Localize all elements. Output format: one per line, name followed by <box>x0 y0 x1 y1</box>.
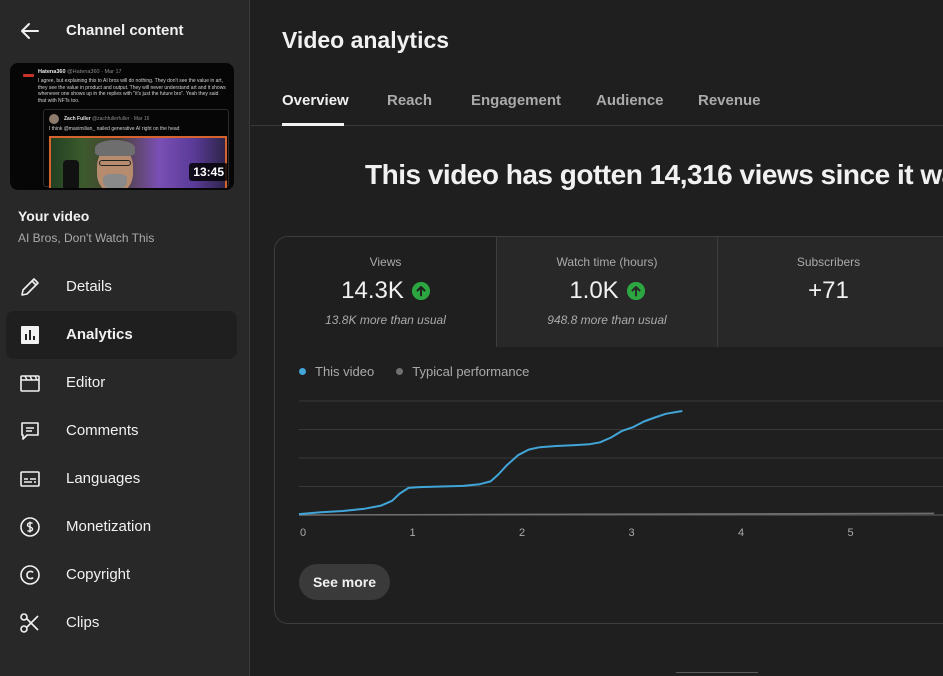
tweet-handle: @Hatena360 · Mar 17 <box>67 69 122 75</box>
chart-legend: This video Typical performance <box>299 364 551 379</box>
sidebar-item-label: Languages <box>66 470 141 487</box>
tab-revenue[interactable]: Revenue <box>698 92 761 109</box>
metric-value: +71 <box>808 277 849 304</box>
sidebar-item-label: Clips <box>66 614 100 631</box>
metric-watch-time[interactable]: Watch time (hours) 1.0K 948.8 more than … <box>496 237 717 347</box>
sidebar-item-analytics[interactable]: Analytics <box>6 311 237 359</box>
tweet-author: Hatena360 <box>38 69 66 75</box>
legend-item-this-video[interactable]: This video <box>299 364 374 379</box>
pencil-icon <box>21 278 39 296</box>
metric-value-row: 14.3K <box>275 277 496 305</box>
metric-value: 14.3K <box>341 277 404 304</box>
divider <box>676 672 758 673</box>
sidebar-item-label: Copyright <box>66 566 131 583</box>
sidebar-item-label: Analytics <box>66 326 133 343</box>
sidebar-item-languages[interactable]: Languages <box>6 455 237 503</box>
x-tick-label: 5 <box>847 527 853 539</box>
series-line-this-video <box>298 410 683 516</box>
quote-author: Zach Fuller <box>64 116 91 122</box>
tab-reach[interactable]: Reach <box>387 92 432 109</box>
tweet-header: Hatena360 @Hatena360 · Mar 17 <box>38 69 122 75</box>
metric-inner: Subscribers +71 <box>718 237 939 347</box>
metric-value-row: +71 <box>718 277 939 305</box>
back-button[interactable] <box>16 17 44 45</box>
video-thumbnail[interactable]: Hatena360 @Hatena360 · Mar 17 I agree, b… <box>10 63 234 190</box>
x-tick-label: 3 <box>628 527 634 539</box>
microphone-shape <box>63 160 79 188</box>
legend-dot <box>396 368 404 375</box>
metric-label: Subscribers <box>796 255 861 269</box>
arrow-left-icon <box>21 23 39 39</box>
sidebar-item-comments[interactable]: Comments <box>6 407 237 455</box>
tweet-text: I agree, but explaining this to AI bros … <box>38 78 226 104</box>
analytics-card: Views 14.3K 13.8K more than usual Watch … <box>274 236 943 624</box>
metric-comparison: 948.8 more than usual <box>547 313 667 327</box>
tab-bar: Overview Reach Engagement Audience Reven… <box>251 78 943 126</box>
quote-text: I think @maximilian_ nailed generative A… <box>49 126 180 132</box>
metric-comparison: 13.8K more than usual <box>325 313 446 327</box>
legend-label: This video <box>315 364 375 379</box>
sidebar-item-label: Details <box>66 278 112 295</box>
sidebar-item-label: Monetization <box>66 518 152 535</box>
metric-label: Watch time (hours) <box>556 255 658 269</box>
x-tick-label: 0 <box>300 527 306 539</box>
video-duration: 13:45 <box>189 163 228 181</box>
scissors-icon <box>20 613 39 633</box>
glasses-shape <box>99 160 131 166</box>
views-line-chart[interactable]: 0 1 2 3 4 5 <box>275 387 943 547</box>
metric-value-row: 1.0K <box>497 277 717 305</box>
sidebar-item-label: Comments <box>66 422 139 439</box>
sidebar-item-editor[interactable]: Editor <box>6 359 237 407</box>
legend-dot <box>299 368 306 375</box>
see-more-button[interactable]: See more <box>299 564 390 600</box>
active-tab-indicator <box>282 123 344 126</box>
metric-views[interactable]: Views 14.3K 13.8K more than usual <box>275 237 496 347</box>
metric-subscribers[interactable]: Subscribers +71 <box>717 237 943 347</box>
copyright-icon <box>20 565 40 585</box>
tab-engagement[interactable]: Engagement <box>471 92 561 109</box>
comment-icon <box>21 422 39 440</box>
channel-logo <box>23 74 34 77</box>
x-tick-label: 4 <box>738 527 744 539</box>
tab-overview[interactable]: Overview <box>282 92 349 109</box>
sidebar-item-details[interactable]: Details <box>6 263 237 311</box>
beard-shape <box>103 174 127 188</box>
views-headline: This video has gotten 14,316 views since… <box>365 159 943 190</box>
video-title: AI Bros, Don't Watch This <box>18 231 155 245</box>
sidebar-item-copyright[interactable]: Copyright <box>6 551 237 599</box>
sidebar: Channel content Hatena360 @Hatena360 · M… <box>0 0 250 676</box>
quote-header: Zach Fuller @zachfullerfuller · Mar 16 <box>64 116 149 122</box>
x-tick-label: 1 <box>409 527 415 539</box>
quote-handle: @zachfullerfuller · Mar 16 <box>92 116 150 122</box>
dollar-icon <box>20 517 40 537</box>
sidebar-header: Channel content <box>0 0 250 62</box>
app-window: Channel content Hatena360 @Hatena360 · M… <box>0 0 943 676</box>
tab-audience[interactable]: Audience <box>596 92 664 109</box>
sidebar-item-label: Editor <box>66 374 106 391</box>
main-content: Video analytics Overview Reach Engagemen… <box>251 0 943 676</box>
x-tick-label: 2 <box>519 527 525 539</box>
trend-up-icon <box>411 282 430 300</box>
clapperboard-icon <box>20 375 40 392</box>
legend-label: Typical performance <box>412 364 530 379</box>
legend-item-typical[interactable]: Typical performance <box>396 364 529 379</box>
your-video-label: Your video <box>18 208 90 224</box>
quote-avatar <box>49 114 59 124</box>
metric-value: 1.0K <box>569 277 619 304</box>
page-title: Video analytics <box>282 27 450 53</box>
metric-label: Views <box>369 255 402 269</box>
bar-chart-icon <box>21 326 39 344</box>
sidebar-item-clips[interactable]: Clips <box>6 599 237 647</box>
sidebar-title: Channel content <box>66 22 184 39</box>
hair-shape <box>95 140 135 156</box>
sidebar-item-monetization[interactable]: Monetization <box>6 503 237 551</box>
subtitles-icon <box>20 471 40 487</box>
trend-up-icon <box>626 282 645 300</box>
